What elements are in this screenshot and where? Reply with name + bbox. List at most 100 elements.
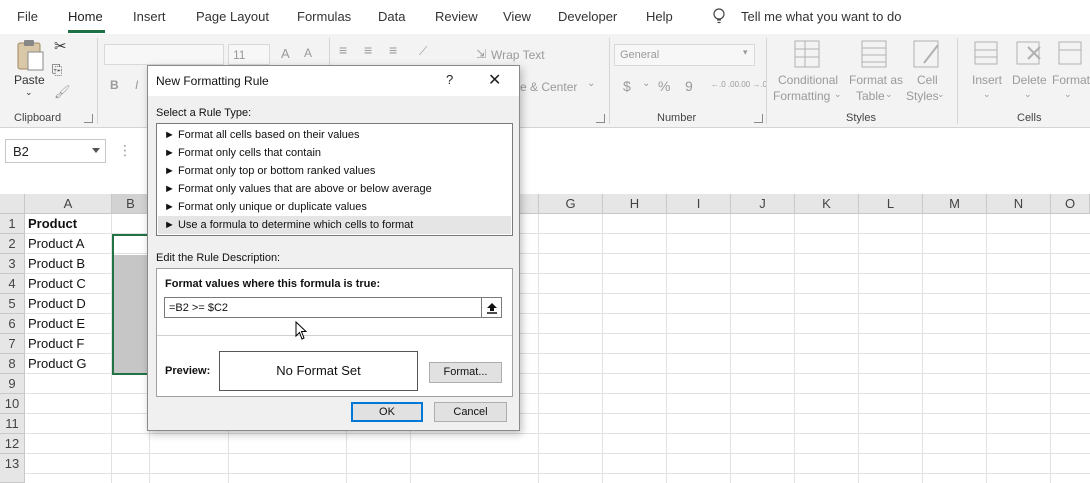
row-header-5[interactable]: 5	[0, 294, 25, 314]
row-header-12[interactable]: 12	[0, 434, 25, 454]
percent-button[interactable]: %	[658, 78, 670, 94]
rule-type-item[interactable]: ► Format only cells that contain	[158, 144, 511, 162]
column-header-o[interactable]: O	[1051, 194, 1090, 214]
bold-button[interactable]: B	[110, 78, 119, 92]
rule-type-list[interactable]: ► Format all cells based on their values…	[156, 123, 513, 236]
rule-type-item[interactable]: ► Format only top or bottom ranked value…	[158, 162, 511, 180]
cell-a5[interactable]: Product D	[28, 294, 86, 314]
selected-range[interactable]	[112, 234, 150, 375]
paste-button[interactable]: Paste	[14, 73, 45, 87]
menu-view[interactable]: View	[503, 9, 531, 24]
name-box-dropdown-icon[interactable]	[92, 148, 100, 153]
decrease-decimal-button[interactable]: .00 →.0	[739, 80, 767, 89]
rule-type-item[interactable]: ► Format only unique or duplicate values	[158, 198, 511, 216]
delete-cells-button[interactable]: Delete	[1012, 73, 1047, 87]
alignment-launcher-icon[interactable]	[596, 114, 605, 123]
align-bottom-icon[interactable]: ≡	[389, 42, 397, 58]
row-header-7[interactable]: 7	[0, 334, 25, 354]
row-header-13[interactable]: 13	[0, 454, 25, 483]
collapse-dialog-button[interactable]	[481, 298, 501, 317]
column-header-j[interactable]: J	[731, 194, 795, 214]
tell-me-search[interactable]: Tell me what you want to do	[741, 9, 901, 24]
format-button[interactable]: Format...	[429, 362, 502, 383]
row-header-6[interactable]: 6	[0, 314, 25, 334]
merge-dropdown-icon[interactable]: ⌄	[587, 78, 595, 89]
increase-decimal-button[interactable]: ←.0 .00	[711, 80, 739, 89]
rule-type-item[interactable]: ► Format only values that are above or b…	[158, 180, 511, 198]
insert-cells-button[interactable]: Insert	[972, 73, 1002, 87]
menu-review[interactable]: Review	[435, 9, 478, 24]
cell-a1[interactable]: Product	[28, 214, 77, 234]
format-painter-icon[interactable]: 🖌	[54, 84, 71, 100]
ok-button[interactable]: OK	[351, 402, 423, 422]
menu-help[interactable]: Help	[646, 9, 673, 24]
column-header-l[interactable]: L	[859, 194, 923, 214]
help-icon[interactable]: ?	[446, 72, 453, 87]
number-format-dropdown-icon[interactable]: ▾	[743, 47, 748, 58]
formula-input[interactable]	[164, 297, 502, 318]
column-header-g[interactable]: G	[539, 194, 603, 214]
merge-center-button[interactable]: e & Center	[520, 80, 577, 94]
row-header-2[interactable]: 2	[0, 234, 25, 254]
row-header-11[interactable]: 11	[0, 414, 25, 434]
rule-type-item-selected[interactable]: ► Use a formula to determine which cells…	[158, 216, 511, 234]
cell-a8[interactable]: Product G	[28, 354, 87, 374]
currency-dropdown-icon[interactable]: ⌄	[642, 78, 650, 89]
format-as-table-button[interactable]: Format as	[849, 73, 903, 87]
menu-developer[interactable]: Developer	[558, 9, 617, 24]
paste-dropdown-icon[interactable]: ⌄	[25, 87, 33, 98]
cell-a6[interactable]: Product E	[28, 314, 85, 334]
row-header-3[interactable]: 3	[0, 254, 25, 274]
rule-type-item[interactable]: ► Format all cells based on their values	[158, 126, 511, 144]
menu-page-layout[interactable]: Page Layout	[196, 9, 269, 24]
menu-home[interactable]: Home	[68, 9, 103, 24]
delete-dropdown-icon[interactable]: ⌄	[1024, 89, 1032, 100]
decrease-font-icon[interactable]: A	[304, 46, 312, 60]
column-header-b[interactable]: B	[112, 194, 150, 214]
cell-a7[interactable]: Product F	[28, 334, 84, 354]
menu-insert[interactable]: Insert	[133, 9, 166, 24]
currency-button[interactable]: $	[623, 78, 631, 94]
menu-file[interactable]: File	[17, 9, 38, 24]
font-name-box[interactable]	[104, 44, 224, 65]
copy-icon[interactable]: ⎘	[52, 62, 62, 78]
cancel-button[interactable]: Cancel	[434, 402, 507, 422]
format-as-table-dropdown-icon[interactable]: ⌄	[885, 89, 893, 100]
cell-styles-dropdown-icon[interactable]: ⌄	[937, 89, 945, 100]
conditional-dropdown-icon[interactable]: ⌄	[834, 89, 842, 100]
menu-formulas[interactable]: Formulas	[297, 9, 351, 24]
conditional-formatting-button[interactable]: Conditional	[778, 73, 838, 87]
insert-dropdown-icon[interactable]: ⌄	[983, 89, 991, 100]
column-header-k[interactable]: K	[795, 194, 859, 214]
row-header-1[interactable]: 1	[0, 214, 25, 234]
name-box[interactable]: B2	[5, 139, 106, 163]
cell-a4[interactable]: Product C	[28, 274, 86, 294]
orientation-icon[interactable]: ⟋	[419, 44, 427, 59]
menu-data[interactable]: Data	[378, 9, 405, 24]
row-header-8[interactable]: 8	[0, 354, 25, 374]
column-header-h[interactable]: H	[603, 194, 667, 214]
cell-a3[interactable]: Product B	[28, 254, 85, 274]
select-all-corner[interactable]	[0, 194, 25, 214]
format-dropdown-icon[interactable]: ⌄	[1064, 89, 1072, 100]
align-middle-icon[interactable]: ≡	[364, 42, 372, 58]
dialog-titlebar[interactable]: New Formatting Rule ? ✕	[148, 66, 519, 96]
cell-styles-button[interactable]: Cell	[917, 73, 938, 87]
increase-font-icon[interactable]: A	[281, 46, 290, 61]
align-top-icon[interactable]: ≡	[339, 42, 347, 58]
cell-a2[interactable]: Product A	[28, 234, 84, 254]
column-header-m[interactable]: M	[923, 194, 987, 214]
format-cells-button[interactable]: Format	[1052, 73, 1090, 87]
number-launcher-icon[interactable]	[754, 114, 763, 123]
clipboard-launcher-icon[interactable]	[84, 114, 93, 123]
comma-button[interactable]: 9	[685, 78, 693, 94]
row-header-4[interactable]: 4	[0, 274, 25, 294]
italic-button[interactable]: I	[135, 78, 138, 92]
column-header-i[interactable]: I	[667, 194, 731, 214]
row-header-9[interactable]: 9	[0, 374, 25, 394]
column-header-n[interactable]: N	[987, 194, 1051, 214]
column-header-a[interactable]: A	[25, 194, 112, 214]
row-header-10[interactable]: 10	[0, 394, 25, 414]
close-icon[interactable]: ✕	[488, 70, 501, 90]
wrap-text-icon[interactable]: ⇲	[476, 47, 486, 61]
